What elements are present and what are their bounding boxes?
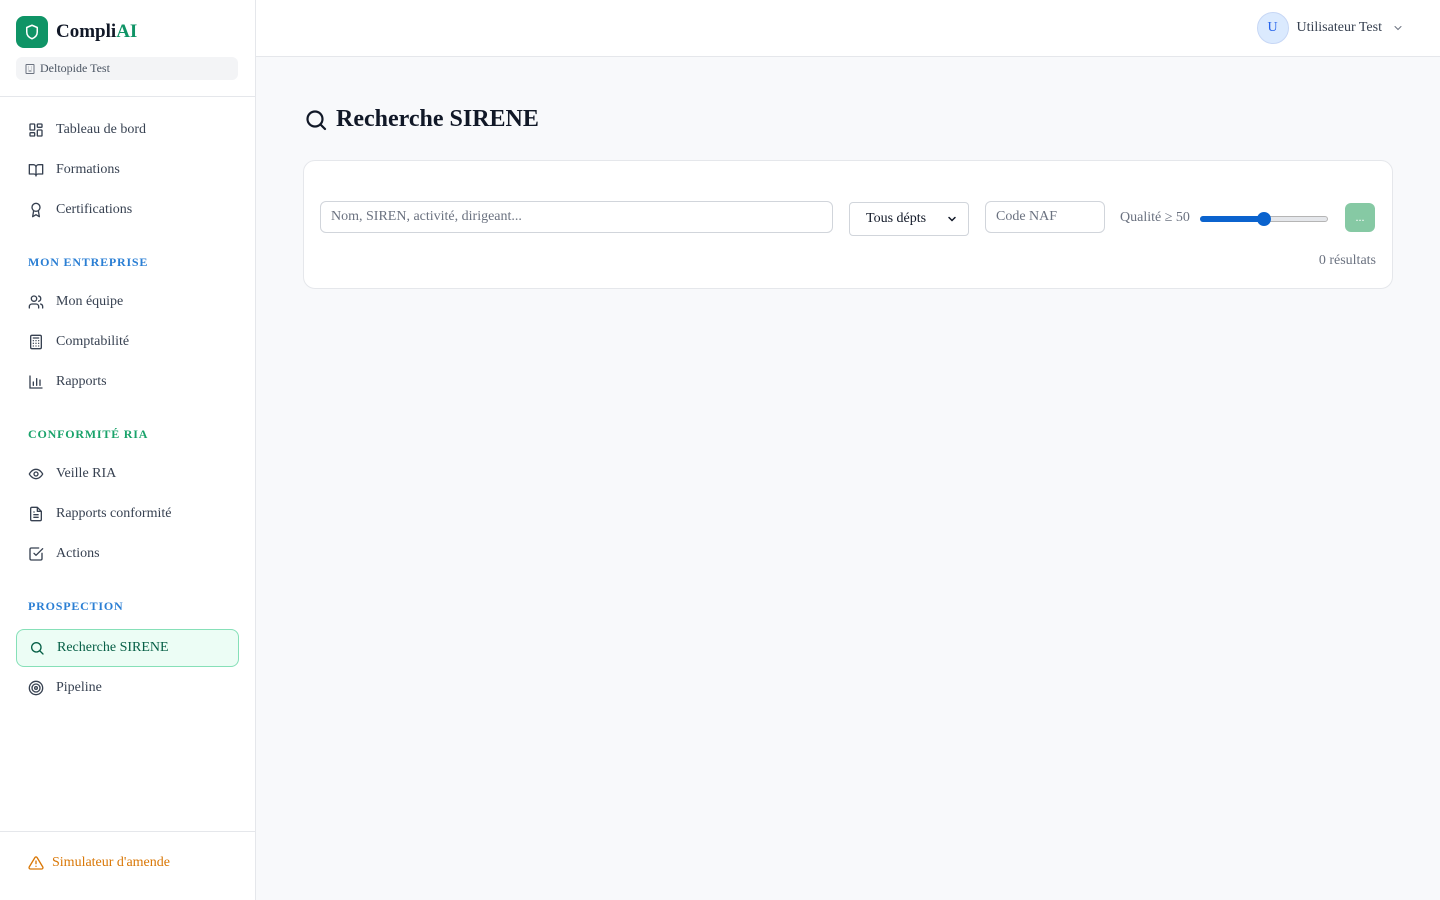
sidebar-item-label: Rapports conformité xyxy=(56,506,172,521)
section-title-prospection: PROSPECTION xyxy=(28,599,124,613)
page-title-text: Recherche SIRENE xyxy=(336,106,539,132)
chevron-down-icon xyxy=(1394,26,1402,31)
sidebar-item-label: Comptabilité xyxy=(56,334,130,349)
sidebar-item-pipeline[interactable]: Pipeline xyxy=(16,669,239,707)
shield-icon xyxy=(16,16,48,48)
search-icon xyxy=(29,640,45,656)
brand-name: CompliAI xyxy=(56,21,137,43)
bar-chart-icon xyxy=(28,374,44,390)
users-icon xyxy=(28,294,44,310)
sidebar-item-certifications[interactable]: Certifications xyxy=(16,191,239,229)
sidebar-item-rapports-conformite[interactable]: Rapports conformité xyxy=(16,495,239,533)
building-icon xyxy=(25,63,35,74)
sidebar-item-label: Pipeline xyxy=(56,680,102,695)
sidebar-item-label: Tableau de bord xyxy=(56,122,146,137)
avatar: U xyxy=(1256,12,1289,44)
award-icon xyxy=(28,202,44,218)
sidebar-item-tableau-de-bord[interactable]: Tableau de bord xyxy=(16,111,239,149)
sidebar-item-veille-ria[interactable]: Veille RIA xyxy=(16,455,239,493)
sidebar-item-formations[interactable]: Formations xyxy=(16,151,239,189)
sidebar-item-label: Certifications xyxy=(56,202,133,217)
search-submit-button[interactable]: ... xyxy=(1345,203,1375,232)
slider-thumb[interactable] xyxy=(1257,212,1271,226)
brand-name-accent: AI xyxy=(116,21,138,42)
org-chip[interactable]: Deltopide Test xyxy=(16,57,238,80)
sidebar-item-mon-equipe[interactable]: Mon équipe xyxy=(16,283,239,321)
search-input[interactable] xyxy=(320,201,833,233)
sidebar-item-label: Mon équipe xyxy=(56,294,124,309)
sidebar-item-rapports[interactable]: Rapports xyxy=(16,363,239,401)
layout-grid-icon xyxy=(28,122,44,138)
page-title: Recherche SIRENE xyxy=(304,106,539,133)
check-square-icon xyxy=(28,546,44,562)
sidebar-item-label: Formations xyxy=(56,162,120,177)
sidebar-item-recherche-sirene[interactable]: Recherche SIRENE xyxy=(16,629,239,667)
simulator-link[interactable]: Simulateur d'amende xyxy=(28,855,170,871)
section-title-mon-entreprise: MON ENTREPRISE xyxy=(28,255,149,269)
divider xyxy=(0,96,255,97)
alert-triangle-icon xyxy=(28,856,44,870)
sidebar-item-label: Recherche SIRENE xyxy=(57,640,169,655)
eye-icon xyxy=(28,466,44,482)
user-name: Utilisateur Test xyxy=(1296,20,1382,35)
target-icon xyxy=(28,680,44,696)
book-open-icon xyxy=(28,162,44,178)
slider-fill xyxy=(1200,216,1264,222)
section-title-conformite-ria: CONFORMITÉ RIA xyxy=(28,427,149,441)
search-icon xyxy=(306,109,327,130)
quality-slider[interactable] xyxy=(1200,211,1328,227)
file-text-icon xyxy=(28,506,44,522)
brand-name-main: Compli xyxy=(56,21,117,42)
search-card: Tous dépts Qualité ≥ 50 ... 0 résultats xyxy=(303,160,1393,289)
quality-label: Qualité ≥ 50 xyxy=(1120,210,1190,225)
sidebar-item-label: Actions xyxy=(56,546,100,561)
results-count: 0 résultats xyxy=(1318,253,1376,268)
topbar: U Utilisateur Test xyxy=(256,0,1440,57)
sidebar-item-actions[interactable]: Actions xyxy=(16,535,239,573)
brand[interactable]: CompliAI xyxy=(16,16,137,48)
chevron-down-icon xyxy=(948,216,956,222)
naf-code-input[interactable] xyxy=(985,201,1105,233)
department-select-value: Tous dépts xyxy=(866,211,927,226)
org-name: Deltopide Test xyxy=(40,61,110,75)
divider xyxy=(0,831,255,832)
sidebar-item-comptabilite[interactable]: Comptabilité xyxy=(16,323,239,361)
simulator-label: Simulateur d'amende xyxy=(52,855,170,870)
calculator-icon xyxy=(28,334,44,350)
department-select[interactable]: Tous dépts xyxy=(849,202,969,236)
sidebar: CompliAI Deltopide Test Tableau de bord … xyxy=(0,0,256,900)
user-menu[interactable]: U Utilisateur Test xyxy=(1256,12,1404,44)
sidebar-item-label: Rapports xyxy=(56,374,107,389)
sidebar-item-label: Veille RIA xyxy=(56,466,117,481)
